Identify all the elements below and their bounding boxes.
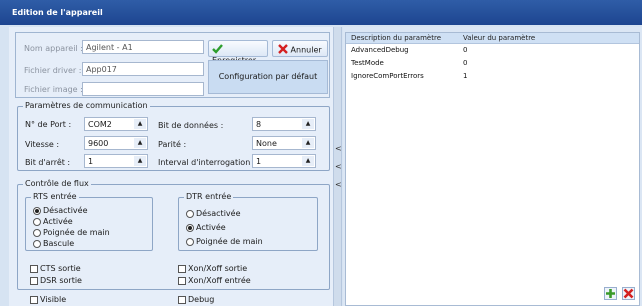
xon-out-checkbox[interactable]: Xon/Xoff sortie bbox=[178, 264, 247, 273]
chevron-up-icon: ▲ bbox=[134, 156, 146, 166]
port-label: N° de Port : bbox=[25, 120, 72, 129]
xon-in-checkbox[interactable]: Xon/Xoff entrée bbox=[178, 276, 251, 285]
radio-selected-icon bbox=[33, 206, 41, 215]
interval-label: Interval d'interrogation : bbox=[158, 158, 256, 167]
checkbox-icon bbox=[178, 264, 186, 273]
checkbox-icon bbox=[30, 264, 38, 273]
parity-select[interactable]: None ▲ bbox=[252, 136, 316, 150]
dtr-option-2[interactable]: Poignée de main bbox=[186, 237, 263, 246]
cancel-button-label: Annuler bbox=[290, 45, 322, 55]
delete-icon bbox=[623, 288, 634, 299]
rts-option-1[interactable]: Activée bbox=[33, 217, 73, 226]
debug-checkbox[interactable]: Debug bbox=[178, 295, 214, 304]
device-name-field[interactable]: Agilent - A1 bbox=[82, 40, 204, 54]
flow-control-title: Contrôle de flux bbox=[23, 179, 91, 188]
chevron-left-icon[interactable]: < bbox=[335, 180, 342, 189]
checkbox-icon bbox=[30, 295, 38, 304]
rts-option-2[interactable]: Poignée de main bbox=[33, 228, 110, 237]
add-param-button[interactable] bbox=[604, 287, 617, 300]
port-value: COM2 bbox=[88, 120, 112, 129]
interval-value: 1 bbox=[256, 157, 262, 166]
speed-select[interactable]: 9600 ▲ bbox=[84, 136, 148, 150]
stopbit-label: Bit d'arrêt : bbox=[25, 158, 71, 167]
speed-label: Vitesse : bbox=[25, 140, 60, 149]
driver-file-field[interactable]: App017 bbox=[82, 62, 204, 76]
save-button[interactable]: Enregistrer bbox=[208, 40, 268, 65]
radio-icon bbox=[186, 237, 194, 246]
parity-value: None bbox=[256, 139, 277, 148]
chevron-left-icon[interactable]: < bbox=[335, 162, 342, 171]
chevron-up-icon: ▲ bbox=[302, 138, 314, 148]
communication-params-title: Paramètres de communication bbox=[23, 101, 150, 110]
visible-checkbox[interactable]: Visible bbox=[30, 295, 66, 304]
dtr-option-1[interactable]: Activée bbox=[186, 223, 226, 232]
dsr-checkbox[interactable]: DSR sortie bbox=[30, 276, 82, 285]
cts-checkbox[interactable]: CTS sortie bbox=[30, 264, 81, 273]
rts-option-3[interactable]: Bascule bbox=[33, 239, 74, 248]
dtr-option-0[interactable]: Désactivée bbox=[186, 209, 241, 218]
radio-icon bbox=[186, 209, 194, 218]
params-table-header: Description du paramètre Valeur du param… bbox=[346, 33, 639, 44]
default-config-button[interactable]: Configuration par défaut bbox=[208, 60, 328, 94]
stopbit-value: 1 bbox=[88, 157, 94, 166]
rts-option-0[interactable]: Désactivée bbox=[33, 206, 88, 215]
column-header-description[interactable]: Description du paramètre bbox=[351, 34, 441, 42]
cancel-button[interactable]: Annuler bbox=[272, 40, 328, 57]
table-row[interactable]: AdvancedDebug 0 bbox=[346, 45, 639, 56]
driver-file-label: Fichier driver : bbox=[24, 66, 82, 75]
rts-title: RTS entrée bbox=[31, 192, 79, 201]
chevron-up-icon: ▲ bbox=[134, 138, 146, 148]
databits-select[interactable]: 8 ▲ bbox=[252, 117, 316, 131]
plus-icon bbox=[606, 289, 615, 298]
panel-splitter[interactable]: < < < bbox=[333, 27, 342, 306]
device-name-label: Nom appareil : bbox=[24, 44, 83, 53]
checkbox-icon bbox=[178, 295, 186, 304]
speed-value: 9600 bbox=[88, 139, 109, 148]
checkmark-icon bbox=[212, 44, 223, 56]
chevron-up-icon: ▲ bbox=[134, 119, 146, 129]
radio-icon bbox=[33, 228, 41, 237]
parity-label: Parité : bbox=[158, 140, 187, 149]
radio-icon bbox=[33, 239, 41, 248]
params-table: Description du paramètre Valeur du param… bbox=[345, 32, 640, 306]
chevron-up-icon: ▲ bbox=[302, 156, 314, 166]
image-file-label: Fichier image : bbox=[24, 85, 83, 94]
port-select[interactable]: COM2 ▲ bbox=[84, 117, 148, 131]
databits-label: Bit de données : bbox=[158, 121, 224, 130]
interval-select[interactable]: 1 ▲ bbox=[252, 154, 316, 168]
databits-value: 8 bbox=[256, 120, 262, 129]
table-row[interactable]: TestMode 0 bbox=[346, 58, 639, 69]
stopbit-select[interactable]: 1 ▲ bbox=[84, 154, 148, 168]
image-file-field[interactable] bbox=[82, 82, 204, 96]
chevron-left-icon[interactable]: < bbox=[335, 144, 342, 153]
column-header-value[interactable]: Valeur du paramètre bbox=[463, 34, 535, 42]
checkbox-icon bbox=[178, 276, 186, 285]
window-title: Edition de l'appareil bbox=[0, 0, 642, 25]
x-icon bbox=[278, 44, 288, 56]
radio-selected-icon bbox=[186, 223, 194, 232]
table-row[interactable]: IgnoreComPortErrors 1 bbox=[346, 71, 639, 82]
dtr-title: DTR entrée bbox=[184, 192, 234, 201]
checkbox-icon bbox=[30, 276, 38, 285]
delete-param-button[interactable] bbox=[622, 287, 635, 300]
radio-icon bbox=[33, 217, 41, 226]
chevron-up-icon: ▲ bbox=[302, 119, 314, 129]
